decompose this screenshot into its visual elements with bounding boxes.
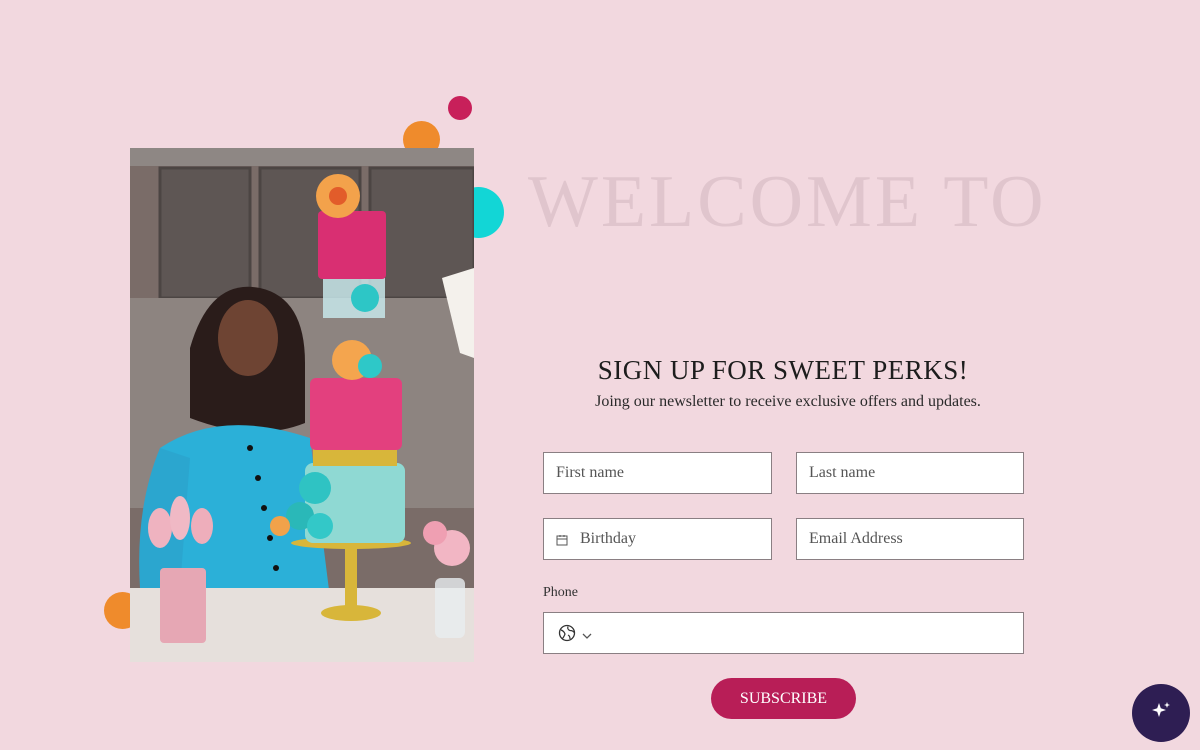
phone-input[interactable] <box>592 613 1023 653</box>
first-name-field[interactable]: First name <box>543 452 772 494</box>
subscribe-button[interactable]: SUBSCRIBE <box>711 678 856 719</box>
first-name-placeholder: First name <box>556 464 624 481</box>
birthday-field[interactable]: Birthday <box>543 518 772 560</box>
ai-assistant-button[interactable] <box>1132 684 1190 742</box>
phone-label: Phone <box>543 585 578 600</box>
email-placeholder: Email Address <box>809 530 903 547</box>
phone-field[interactable] <box>543 612 1024 654</box>
last-name-placeholder: Last name <box>809 464 876 481</box>
decorative-dot-crimson <box>448 96 472 120</box>
signup-title: SIGN UP FOR SWEET PERKS! <box>597 355 969 385</box>
signup-subtitle: Joing our newsletter to receive exclusiv… <box>595 393 981 410</box>
sparkle-icon <box>1150 700 1172 727</box>
calendar-icon <box>556 533 568 546</box>
baker-cake-photo <box>130 148 474 662</box>
globe-icon[interactable] <box>558 624 576 642</box>
birthday-placeholder: Birthday <box>580 530 636 547</box>
last-name-field[interactable]: Last name <box>796 452 1024 494</box>
email-field[interactable]: Email Address <box>796 518 1024 560</box>
welcome-heading: WELCOME TO <box>528 161 1047 243</box>
chevron-down-icon[interactable] <box>582 628 592 639</box>
